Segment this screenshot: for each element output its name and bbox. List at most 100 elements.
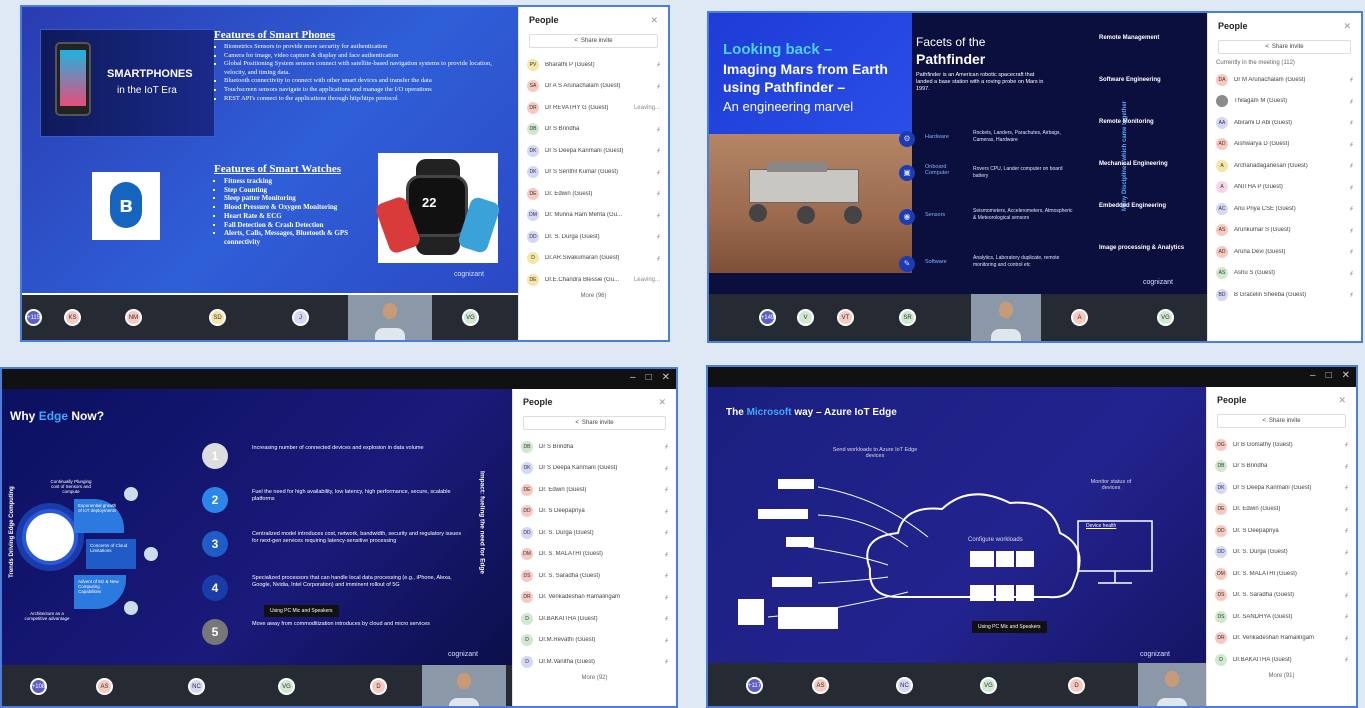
participant-row[interactable]: Thilagam M (Guest) ᚋ xyxy=(1208,91,1361,113)
participant-row[interactable]: DE Dr.E.Chandra Blessie (Gu... Leaving... xyxy=(519,269,668,291)
participant-tile-avatar[interactable]: V xyxy=(797,309,814,326)
video-strip: +149 V VT SR A VG xyxy=(709,294,1207,341)
share-invite-button[interactable]: < Share invite xyxy=(529,34,658,48)
minimize-icon[interactable]: – xyxy=(1310,370,1316,381)
discipline-item: Remote Management xyxy=(1099,35,1160,41)
participant-tile-avatar[interactable]: NM xyxy=(125,309,142,326)
mic-icon: ᚋ xyxy=(1350,163,1353,170)
presenter-video[interactable] xyxy=(422,665,506,706)
participant-row[interactable]: DG Dr B Gomathy (Guest) ᚋ xyxy=(1207,434,1356,456)
close-icon[interactable]: ✕ xyxy=(1338,395,1346,406)
participant-tile-avatar[interactable]: AS xyxy=(812,677,829,694)
participant-row[interactable]: DD Dr. S. Durga (Guest) ᚋ xyxy=(513,522,676,544)
close-icon[interactable]: ✕ xyxy=(1343,21,1351,32)
participant-row[interactable]: A ANITHA P (Guest) ᚋ xyxy=(1208,177,1361,199)
participant-row[interactable]: D Dr.BAKAITHA (Guest) ᚋ xyxy=(513,608,676,630)
participant-row[interactable]: DK Dr S Deepa Kanmani (Guest) ᚋ xyxy=(1207,477,1356,499)
participant-tile-avatar[interactable]: NC xyxy=(896,677,913,694)
participant-row[interactable]: PV Bharathi P (Guest) ᚋ xyxy=(519,54,668,76)
close-icon[interactable]: ✕ xyxy=(662,372,670,383)
in-meeting-count[interactable]: Currently in the meeting (112) xyxy=(1208,60,1361,69)
close-icon[interactable]: ✕ xyxy=(650,15,658,26)
participant-row[interactable]: D Dr.M.Revathi (Guest) ᚋ xyxy=(513,630,676,652)
participant-row[interactable]: DK Dr S Senthil Kumar (Guest) ᚋ xyxy=(519,162,668,184)
avatar: D xyxy=(521,655,533,668)
participant-row[interactable]: DM Dr. S. MALATHI (Guest) ᚋ xyxy=(513,544,676,566)
participant-tile-avatar[interactable]: VG xyxy=(278,678,295,695)
slide-pathfinder: Looking back – Imaging Mars from Earth u… xyxy=(709,13,1207,294)
right-vertical-label: Impact: fueling the need for Edge xyxy=(478,471,486,574)
more-participants-link[interactable]: More (96) xyxy=(519,291,668,299)
participant-row[interactable]: DS Dr. SANDHYA (Guest) ᚋ xyxy=(1207,606,1356,628)
participant-row[interactable]: DD Dr. S. Durga (Guest) ᚋ xyxy=(519,226,668,248)
participant-row[interactable]: DB Dr S Brindha ᚋ xyxy=(1207,456,1356,478)
presenter-video[interactable] xyxy=(1138,663,1206,706)
participant-row[interactable]: DE Dr. Edwin (Guest) ᚋ xyxy=(519,183,668,205)
more-participants-link[interactable]: More (92) xyxy=(513,673,676,681)
overflow-count-button[interactable]: +115 xyxy=(25,309,42,326)
participant-row[interactable]: DA Dr M Arunachalam (Guest) ᚋ xyxy=(1208,69,1361,91)
participant-row[interactable]: DE Dr. Edwin (Guest) ᚋ xyxy=(1207,499,1356,521)
participant-row[interactable]: DD Dr. S Deepapriya ᚋ xyxy=(513,501,676,523)
participant-row[interactable]: SA Dr A S Arunachalam (Guest) ᚋ xyxy=(519,76,668,98)
participant-row[interactable]: DD Dr. S. Durga (Guest) ᚋ xyxy=(1207,542,1356,564)
participant-tile-avatar[interactable]: KS xyxy=(64,309,81,326)
overflow-count-button[interactable]: +108 xyxy=(30,678,47,695)
maximize-icon[interactable]: □ xyxy=(1326,370,1332,381)
participant-row[interactable]: D Dr.BAKAITHA (Guest) ᚋ xyxy=(1207,649,1356,671)
participant-row[interactable]: DR Dr. Venkadeshan Ramalingam ᚋ xyxy=(1207,628,1356,650)
participant-row[interactable]: D Dr.AR.Sivakumaran (Guest) ᚋ xyxy=(519,248,668,270)
watches-feature-item: Step Counting xyxy=(224,186,374,195)
participant-row[interactable]: AD Aruna Devi (Guest) ᚋ xyxy=(1208,241,1361,263)
share-invite-button[interactable]: < Share invite xyxy=(1218,40,1351,54)
participant-row[interactable]: DS Dr. S. Saradha (Guest) ᚋ xyxy=(513,565,676,587)
participant-row[interactable]: DE Dr. Edwin (Guest) ᚋ xyxy=(513,479,676,501)
share-invite-button[interactable]: < Share invite xyxy=(1217,414,1346,428)
participant-row[interactable]: DK Dr S Deepa Kanmani (Guest) ᚋ xyxy=(513,458,676,480)
participant-row[interactable]: AD Aishwarya D (Guest) ᚋ xyxy=(1208,134,1361,156)
minimize-icon[interactable]: – xyxy=(630,372,636,383)
participant-row[interactable]: DR Dr. Venkadeshan Ramalingam ᚋ xyxy=(513,587,676,609)
participant-tile-avatar[interactable]: NC xyxy=(188,678,205,695)
participant-row[interactable]: DM Dr. S. MALATHI (Guest) ᚋ xyxy=(1207,563,1356,585)
watches-feature-list: Fitness tracking Step Counting Sleep pat… xyxy=(218,177,374,247)
participant-row[interactable]: DR Dr REVATHY G (Guest) Leaving... xyxy=(519,97,668,119)
mic-icon: ᚋ xyxy=(665,659,668,666)
participant-tile-avatar[interactable]: VG xyxy=(462,309,479,326)
participant-tile-avatar[interactable]: SD xyxy=(209,309,226,326)
participant-row[interactable]: DB Dr S Brindha ᚋ xyxy=(513,436,676,458)
participant-row[interactable]: DB Dr S Brindha ᚋ xyxy=(519,119,668,141)
participant-tile-avatar[interactable]: D xyxy=(370,678,387,695)
participant-tile-avatar[interactable]: VG xyxy=(1157,309,1174,326)
participant-row[interactable]: DM Dr. Munna Ram Mehta (Gu... ᚋ xyxy=(519,205,668,227)
overflow-count-button[interactable]: +117 xyxy=(746,677,763,694)
maximize-icon[interactable]: □ xyxy=(646,372,652,383)
participant-tile-avatar[interactable]: J xyxy=(292,309,309,326)
participant-tile-avatar[interactable]: VG xyxy=(980,677,997,694)
close-icon[interactable]: ✕ xyxy=(1342,370,1350,381)
participant-row[interactable]: AS Arunkumar S (Guest) ᚋ xyxy=(1208,220,1361,242)
participant-row[interactable]: A Archanadaganesan (Guest) ᚋ xyxy=(1208,155,1361,177)
participant-tile-avatar[interactable]: VT xyxy=(837,309,854,326)
mic-icon: ᚋ xyxy=(1345,528,1348,535)
share-invite-button[interactable]: < Share invite xyxy=(523,416,666,430)
participant-name: Dr M Arunachalam (Guest) xyxy=(1234,76,1306,83)
participant-row[interactable]: AC Anu Priya CSE (Guest) ᚋ xyxy=(1208,198,1361,220)
participant-row[interactable]: AA Abirami D Abi (Guest) ᚋ xyxy=(1208,112,1361,134)
presenter-video[interactable] xyxy=(971,294,1041,341)
participant-row[interactable]: D Dr.M.Vanitha (Guest) ᚋ xyxy=(513,651,676,673)
participant-row[interactable]: AS Ashu S (Guest) ᚋ xyxy=(1208,263,1361,285)
participant-tile-avatar[interactable]: AS xyxy=(96,678,113,695)
close-icon[interactable]: ✕ xyxy=(658,397,666,408)
participant-row[interactable]: DS Dr. S. Saradha (Guest) ᚋ xyxy=(1207,585,1356,607)
participant-row[interactable]: DD Dr. S Deepapriya ᚋ xyxy=(1207,520,1356,542)
participant-tile-avatar[interactable]: SR xyxy=(899,309,916,326)
participant-tile-avatar[interactable]: D xyxy=(1068,677,1085,694)
participant-tile-avatar[interactable]: A xyxy=(1071,309,1088,326)
participant-row[interactable]: BD B Gracelin Sheeba (Guest) ᚋ xyxy=(1208,284,1361,306)
participant-row[interactable]: DK Dr S Deepa Kanmani (Guest) ᚋ xyxy=(519,140,668,162)
presenter-video[interactable] xyxy=(348,295,432,340)
overflow-count-button[interactable]: +149 xyxy=(759,309,776,326)
segment-2: Exponential growth of IoT deployments xyxy=(74,499,124,533)
more-participants-link[interactable]: More (91) xyxy=(1207,671,1356,679)
